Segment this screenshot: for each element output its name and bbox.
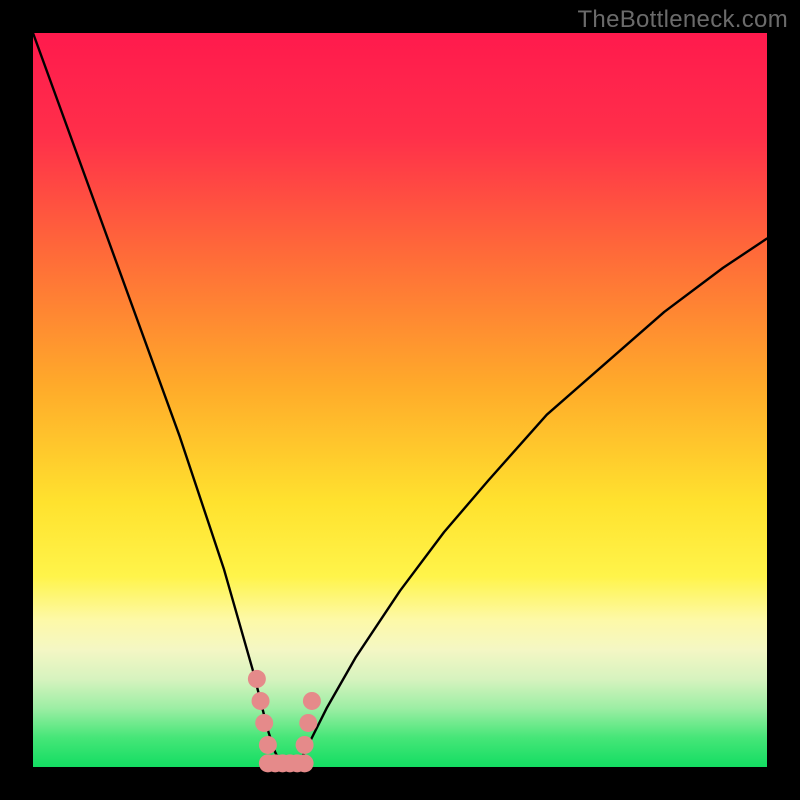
bottleneck-curve — [33, 33, 767, 767]
series-marker — [303, 692, 321, 710]
outer-frame: TheBottleneck.com — [0, 0, 800, 800]
plot-area — [33, 33, 767, 767]
series-marker — [299, 714, 317, 732]
series-marker — [259, 736, 277, 754]
watermark-label: TheBottleneck.com — [577, 6, 788, 34]
series-marker — [255, 714, 273, 732]
series-marker — [252, 692, 270, 710]
series-marker — [296, 754, 314, 772]
chart-svg — [33, 33, 767, 767]
series-marker — [248, 670, 266, 688]
series-marker — [296, 736, 314, 754]
